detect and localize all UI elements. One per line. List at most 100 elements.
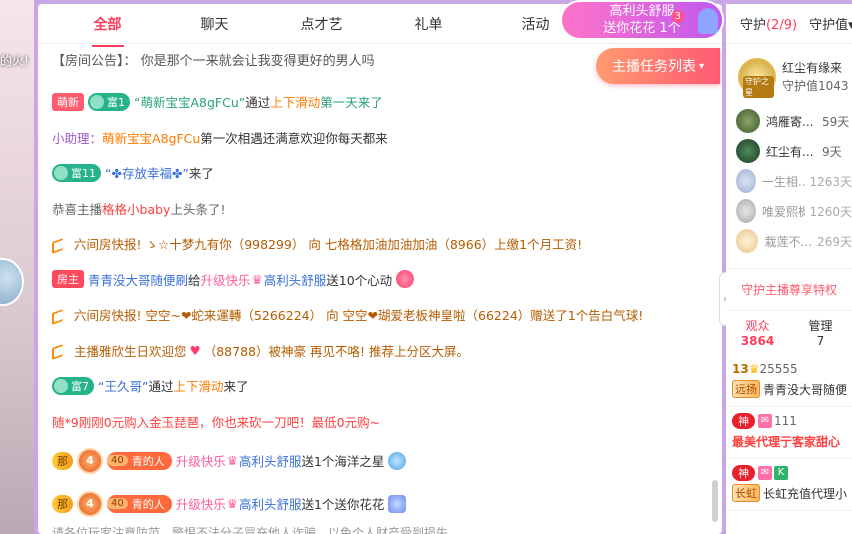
fan-level-badge: 40 青的人 (107, 451, 172, 470)
top-guard-value: 守护值1043 (782, 79, 849, 93)
gift-promo-banner[interactable]: 高利头舒服 送你花花 1个 3 (560, 0, 724, 40)
flower-gift-icon (388, 494, 407, 513)
viewer-id: 111 (774, 414, 797, 428)
guard-days: 1260天 (809, 204, 852, 219)
guard-row[interactable]: 鸿雁寄... 59天 (736, 106, 852, 136)
avatar (736, 139, 760, 163)
avatar (736, 199, 757, 223)
anchor-task-list-button[interactable]: 主播任务列表 ▾ (596, 48, 720, 84)
viewer-row[interactable]: 13 ♛ 25555 远扬 青青没大哥随便 (726, 355, 852, 407)
viewer-name: 亍客家甜心 (780, 434, 841, 449)
user-name[interactable]: “✤存放幸福✤” (105, 163, 189, 182)
viewer-level: 13 (732, 362, 749, 376)
chat-message: 那 4 40 青的人 升级快乐 ♛ 高利头舒服 送1个海洋之星 (38, 439, 706, 482)
newbie-badge: 萌新 (52, 92, 84, 111)
gift-mascot-icon (698, 8, 718, 34)
tab-managers-label: 管理 (808, 319, 833, 333)
avatar (736, 169, 757, 193)
message-text: 来了 (223, 379, 249, 395)
right-panel: 守护(2/9) 守护值▾ 守护之星 红尘有缘来 守护值1043 鸿雁寄... 5… (726, 4, 852, 534)
user-name[interactable]: 青青没大哥随便刷 (88, 270, 188, 289)
chat-scrollbar[interactable] (712, 480, 718, 522)
guard-row[interactable]: 红尘有... 9天 (736, 136, 852, 166)
message-list[interactable]: 萌新 富1 “萌新宝宝A8gFCu” 通过 上下滑动 第一天来了 小助理： 萌新… (38, 84, 706, 525)
top-guard[interactable]: 守护之星 红尘有缘来 守护值1043 (726, 44, 852, 98)
upgrade-text: 升级快乐 (175, 454, 226, 469)
tab-chat[interactable]: 聊天 (161, 14, 268, 34)
user-name[interactable]: 格格小baby (102, 199, 170, 218)
video-overlay-text: 的火! (0, 54, 29, 68)
tab-talent[interactable]: 点才艺 (268, 14, 375, 34)
fan-level-name: 青的人 (131, 454, 165, 468)
user-name[interactable]: “萌新宝宝A8gFCu” (134, 92, 245, 111)
noble-badge: 那 (52, 451, 73, 470)
tab-guard-value[interactable]: 守护值▾ (809, 14, 852, 33)
viewer-row[interactable]: 神 ✉ K 长虹 长虹充值代理小 (726, 459, 852, 511)
user-name[interactable]: “王久哥” (98, 376, 148, 395)
tab-guard-label: 守护 (740, 18, 767, 33)
chat-message: 房主 青青没大哥随便刷 给 升级快乐 ♛ 高利头舒服 送10个心动 (38, 262, 706, 298)
guard-row[interactable]: 唯爱熙枫 1260天 (736, 196, 852, 226)
chat-message: 小助理： 萌新宝宝A8gFCu 第一次相遇还满意欢迎你每天都来 (38, 120, 706, 156)
user-name[interactable]: 萌新宝宝A8gFCu (102, 128, 200, 147)
viewer-tag: 最美代理 (732, 434, 781, 449)
wealth-badge-label: 富11 (71, 166, 96, 180)
message-text: 被神豪 再见不咯! 推荐上分区大屏。 (268, 343, 469, 359)
tab-guard[interactable]: 守护(2/9) (740, 14, 797, 33)
message-text: 恭喜主播 (52, 201, 103, 217)
crown-icon: ♛ (251, 271, 263, 287)
level-badge: 4 (77, 490, 103, 517)
avatar[interactable] (0, 258, 24, 306)
shell-gift-icon (388, 451, 407, 470)
chat-message: 萌新 富1 “萌新宝宝A8gFCu” 通过 上下滑动 第一天来了 (38, 84, 706, 120)
guard-row[interactable]: 栽莲不... 269天 (736, 226, 852, 256)
chat-message: 随*9刚刚0元购入金玉琵琶，你也来砍一刀吧！最低0元购~ (38, 404, 706, 440)
message-text: 第一次相遇还满意欢迎你每天都来 (200, 130, 388, 146)
viewer-row[interactable]: 神 ✉ 111 最美代理 亍客家甜心 (726, 407, 852, 459)
message-text: 主播雅欣生日欢迎您 (74, 343, 187, 359)
broadcast-icon (52, 308, 68, 322)
message-text: （88788） (203, 343, 269, 359)
chat-message: 六间房快报! ゝ☆十梦九有你（998299） 向 七格格加油加油加油（8966）… (38, 226, 706, 262)
message-text: 六间房快报! ゝ☆十梦九有你（998299） 向 七格格加油加油加油（8966）… (74, 237, 583, 253)
guard-row[interactable]: 一生相... 1263天 (736, 166, 852, 196)
tab-managers[interactable]: 管理 7 (789, 319, 852, 349)
guard-name: 红尘有... (766, 144, 814, 159)
user-name[interactable]: 高利头舒服 (264, 270, 327, 289)
top-guard-name: 红尘有缘来 (782, 61, 843, 75)
guard-star-tag: 守护之星 (743, 76, 774, 98)
chat-message: 六间房快报! 空空~❤蛇来運轉（5266224） 向 空空❤瑚爱老板神皇啦（66… (38, 297, 706, 333)
tab-viewers-label: 观众 (745, 319, 770, 333)
avatar: 守护之星 (738, 58, 776, 98)
heart-icon: ♥ (189, 342, 201, 358)
upgrade-text: 升级快乐 (175, 497, 226, 512)
crown-icon: ♛ (748, 362, 760, 376)
tab-gift-list[interactable]: 礼单 (375, 14, 482, 34)
guard-days: 269天 (817, 234, 852, 249)
guard-name: 一生相... (762, 174, 806, 189)
chat-message: 那 4 40 青的人 升级快乐 ♛ 高利头舒服 送1个送你花花 (38, 482, 706, 525)
wealth-icon (90, 94, 104, 109)
broadcast-icon (52, 343, 68, 357)
tab-all[interactable]: 全部 (54, 14, 161, 47)
guard-privilege-link[interactable]: 守护主播尊享特权 (726, 268, 852, 311)
viewer-name: 青青没大哥随便 (763, 382, 848, 397)
manager-count: 7 (816, 334, 825, 348)
viewer-list: 13 ♛ 25555 远扬 青青没大哥随便 神 ✉ 111 最美代理 亍客家甜心… (726, 355, 852, 511)
promo-message-link[interactable]: 随*9刚刚0元购入金玉琵琶，你也来砍一刀吧！最低0元购~ (52, 412, 380, 431)
viewer-tag: 远扬 (732, 380, 760, 398)
user-name[interactable]: 高利头舒服 (239, 451, 302, 470)
user-name[interactable]: 高利头舒服 (239, 494, 302, 513)
assistant-label: 小助理： (52, 130, 103, 146)
tab-viewers[interactable]: 观众 3864 (726, 319, 789, 349)
guard-days: 9天 (822, 144, 842, 159)
message-text: 给 (188, 272, 201, 288)
message-text: 送1个送你花花 (301, 497, 385, 512)
fan-level-number: 40 (107, 455, 128, 466)
message-text: 送10个心动 (326, 272, 393, 288)
video-edge: 的火! (0, 0, 34, 534)
promo-count-badge: 3 (671, 10, 684, 23)
gift-box-icon: ✉ (758, 414, 772, 428)
god-badge: 神 (732, 413, 755, 429)
avatar (736, 109, 760, 133)
